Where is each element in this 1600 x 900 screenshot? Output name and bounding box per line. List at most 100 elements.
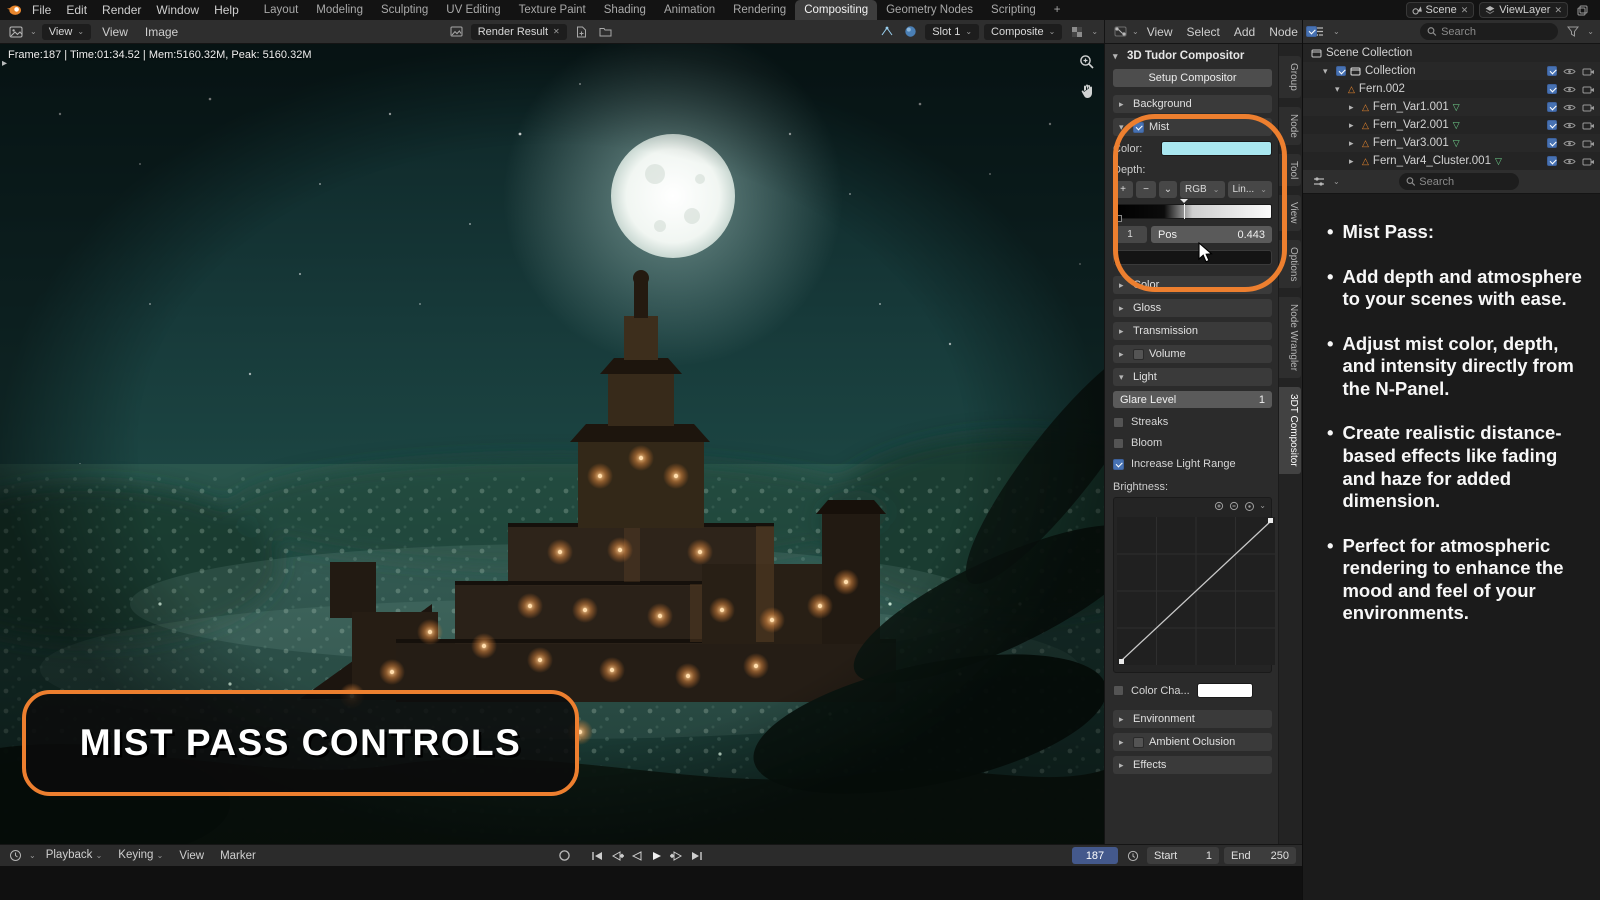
- tab-rendering[interactable]: Rendering: [724, 0, 795, 20]
- curve-zoom-out-icon[interactable]: [1229, 501, 1240, 515]
- tab-options[interactable]: Options: [1279, 240, 1301, 288]
- panel-category-header[interactable]: ▾ 3D Tudor Compositor: [1113, 50, 1272, 62]
- end-frame-field[interactable]: End250: [1224, 847, 1296, 864]
- blender-logo-icon[interactable]: [4, 0, 24, 20]
- menu-image[interactable]: Image: [139, 20, 184, 44]
- tab-sculpting[interactable]: Sculpting: [372, 0, 437, 20]
- browse-image-icon[interactable]: [447, 22, 466, 41]
- tab-3dt-compositor[interactable]: 3DT Compositor: [1279, 387, 1301, 474]
- current-frame-field[interactable]: 187: [1072, 847, 1118, 864]
- outliner-search-input[interactable]: [1441, 26, 1551, 38]
- filter-funnel-icon[interactable]: [1563, 22, 1582, 41]
- menu-keying[interactable]: Keying ⌄: [112, 844, 169, 867]
- collection-checkbox[interactable]: [1336, 66, 1346, 76]
- prev-keyframe-button[interactable]: [608, 848, 625, 864]
- eye-icon[interactable]: [1563, 67, 1576, 76]
- glare-level-slider[interactable]: Glare Level 1: [1113, 391, 1272, 408]
- menu-marker[interactable]: Marker: [214, 845, 262, 867]
- volume-enable-checkbox[interactable]: [1133, 349, 1144, 360]
- section-effects[interactable]: ▸Effects: [1113, 756, 1272, 774]
- outliner-row-fern-var2[interactable]: ▸ △ Fern_Var2.001 ▽: [1303, 116, 1600, 134]
- editor-type-dropdown-icon[interactable]: ⌄: [30, 27, 37, 36]
- jump-to-end-button[interactable]: [688, 848, 705, 864]
- properties-search-input[interactable]: [1419, 176, 1511, 188]
- outliner-row-scene-collection[interactable]: Scene Collection: [1303, 44, 1600, 62]
- tab-uv-editing[interactable]: UV Editing: [437, 0, 509, 20]
- new-image-icon[interactable]: [572, 22, 591, 41]
- menu-file[interactable]: File: [25, 0, 58, 20]
- next-keyframe-button[interactable]: [668, 848, 685, 864]
- outliner-row-fern-var1[interactable]: ▸ △ Fern_Var1.001 ▽: [1303, 98, 1600, 116]
- viewlayer-selector[interactable]: ViewLayer ✕: [1479, 2, 1568, 18]
- camera-icon[interactable]: [1582, 157, 1595, 166]
- use-nodes-checkbox[interactable]: [1306, 26, 1317, 37]
- ramp-stop-index-field[interactable]: 1: [1113, 226, 1147, 243]
- ramp-interpolation-dropdown[interactable]: Lin...⌄: [1228, 181, 1273, 198]
- tab-view[interactable]: View: [1279, 195, 1301, 231]
- scene-unlink-icon[interactable]: ✕: [1461, 5, 1469, 16]
- section-volume[interactable]: ▸Volume: [1113, 345, 1272, 363]
- editor-type-properties-icon[interactable]: [1309, 172, 1328, 191]
- outliner-row-collection[interactable]: ▾ Collection: [1303, 62, 1600, 80]
- curve-tools-icon[interactable]: [1244, 501, 1255, 515]
- section-environment[interactable]: ▸Environment: [1113, 710, 1272, 728]
- auto-keying-button[interactable]: [556, 848, 573, 864]
- jump-to-start-button[interactable]: [588, 848, 605, 864]
- tab-shading[interactable]: Shading: [595, 0, 655, 20]
- chevron-right-icon[interactable]: ▸: [1349, 102, 1358, 113]
- ramp-stop-black[interactable]: [1115, 215, 1122, 222]
- selectable-checkbox[interactable]: [1547, 102, 1557, 112]
- color-channel-swatch[interactable]: [1197, 683, 1253, 698]
- menu-select[interactable]: Select: [1181, 20, 1226, 44]
- color-ramp-widget[interactable]: [1113, 204, 1272, 219]
- render-viewport[interactable]: ▸ Frame:187 | Time:01:34.52 | Mem:5160.3…: [0, 44, 1104, 844]
- selectable-checkbox[interactable]: [1547, 120, 1557, 130]
- chevron-down-icon[interactable]: ▾: [1335, 84, 1344, 95]
- section-background[interactable]: ▸ Background: [1113, 95, 1272, 113]
- tab-modeling[interactable]: Modeling: [307, 0, 372, 20]
- section-gloss[interactable]: ▸Gloss: [1113, 299, 1272, 317]
- camera-icon[interactable]: [1582, 139, 1595, 148]
- chevron-right-icon[interactable]: ▸: [1349, 156, 1358, 167]
- unlink-image-icon[interactable]: ✕: [553, 27, 560, 36]
- editor-type-dropdown-icon[interactable]: ⌄: [1333, 177, 1340, 186]
- color-channel-checkbox[interactable]: [1113, 685, 1124, 696]
- menu-playback[interactable]: Playback ⌄: [40, 844, 109, 867]
- play-reverse-button[interactable]: [628, 848, 645, 864]
- eye-icon[interactable]: [1563, 157, 1576, 166]
- editor-type-image-icon[interactable]: [6, 22, 25, 41]
- menu-add[interactable]: Add: [1228, 20, 1261, 44]
- curve-zoom-in-icon[interactable]: [1214, 501, 1225, 515]
- outliner-row-fern-var4-cluster[interactable]: ▸ △ Fern_Var4_Cluster.001 ▽: [1303, 152, 1600, 170]
- chevron-down-icon[interactable]: ⌄: [1587, 27, 1594, 36]
- menu-render[interactable]: Render: [95, 0, 148, 20]
- ramp-stop-handle[interactable]: [1180, 199, 1188, 207]
- section-ambient-occlusion[interactable]: ▸Ambient Oclusion: [1113, 733, 1272, 751]
- curve-canvas[interactable]: [1117, 517, 1275, 665]
- menu-help[interactable]: Help: [207, 0, 246, 20]
- ramp-position-slider[interactable]: Pos 0.443: [1151, 226, 1272, 243]
- streaks-checkbox[interactable]: [1113, 417, 1124, 428]
- new-viewlayer-icon[interactable]: [1573, 1, 1592, 20]
- open-image-icon[interactable]: [596, 22, 615, 41]
- eye-icon[interactable]: [1563, 139, 1576, 148]
- tab-compositing[interactable]: Compositing: [795, 0, 877, 20]
- mode-dropdown[interactable]: View ⌄: [42, 24, 91, 40]
- display-channels-sphere-icon[interactable]: [901, 22, 920, 41]
- editor-type-timeline-icon[interactable]: [6, 846, 25, 865]
- start-frame-field[interactable]: Start1: [1147, 847, 1219, 864]
- gizmo-arrows-icon[interactable]: [877, 22, 896, 41]
- image-datablock-field[interactable]: Render Result ✕: [471, 24, 567, 40]
- section-mist[interactable]: ▾ Mist: [1113, 118, 1272, 136]
- viewlayer-remove-icon[interactable]: ✕: [1554, 5, 1562, 16]
- tab-tool[interactable]: Tool: [1279, 154, 1301, 186]
- play-button[interactable]: [648, 848, 665, 864]
- brightness-curve-widget[interactable]: ⌄: [1113, 497, 1272, 673]
- editor-type-dropdown-icon[interactable]: ⌄: [29, 851, 36, 860]
- section-light[interactable]: ▾Light: [1113, 368, 1272, 386]
- menu-view[interactable]: View: [1141, 20, 1179, 44]
- setup-compositor-button[interactable]: Setup Compositor: [1113, 69, 1272, 87]
- display-checker-icon[interactable]: [1067, 22, 1086, 41]
- bloom-checkbox[interactable]: [1113, 438, 1124, 449]
- camera-icon[interactable]: [1582, 103, 1595, 112]
